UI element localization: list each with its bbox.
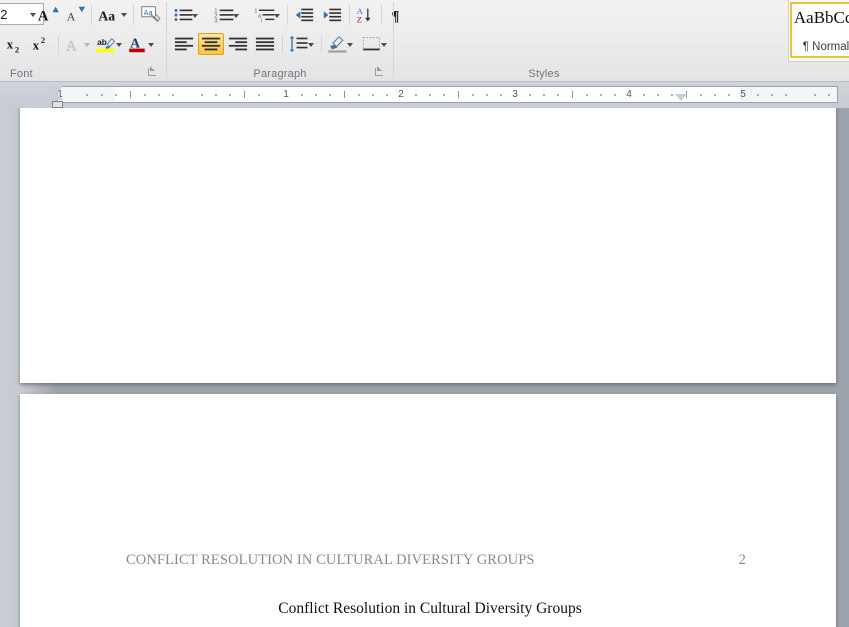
sort-icon: A Z — [357, 7, 371, 24]
horizontal-ruler[interactable]: 1 1 2 3 4 5 — [57, 86, 838, 103]
svg-text:Aa: Aa — [98, 8, 115, 23]
ruler-number: 2 — [398, 89, 404, 100]
chevron-down-icon[interactable] — [148, 43, 154, 47]
ruler-band: 1 1 2 3 4 5 — [0, 82, 849, 108]
ribbon-group-styles: AaBbCcI ¶ Normal AaBbCcI ¶ No Spaci... A… — [394, 0, 849, 81]
right-indent-marker[interactable] — [675, 94, 687, 101]
borders-button[interactable] — [359, 33, 391, 55]
grow-font-button[interactable]: A — [34, 3, 60, 26]
svg-text:2: 2 — [15, 45, 19, 54]
superscript-button[interactable]: x 2 — [28, 33, 54, 56]
justify-icon — [255, 37, 275, 51]
clear-formatting-icon: Aa — [141, 6, 161, 23]
svg-text:A: A — [38, 8, 49, 24]
align-left-button[interactable] — [171, 33, 197, 55]
sort-button[interactable]: A Z — [353, 4, 379, 26]
hanging-indent-marker[interactable] — [51, 93, 63, 100]
align-center-button[interactable] — [198, 33, 224, 55]
svg-text:Z: Z — [357, 15, 362, 24]
chevron-down-icon[interactable] — [121, 13, 127, 17]
justify-button[interactable] — [252, 33, 278, 55]
svg-text:x: x — [7, 38, 14, 52]
ruler-number: 1 — [283, 89, 289, 100]
align-left-icon — [174, 37, 194, 51]
svg-text:x: x — [33, 39, 40, 53]
subscript-icon: x 2 — [7, 38, 19, 55]
font-dialog-launcher[interactable] — [147, 66, 158, 77]
superscript-icon: x 2 — [33, 36, 45, 53]
svg-text:3: 3 — [214, 18, 218, 24]
style-label: ¶ Normal — [802, 41, 849, 53]
align-right-icon — [228, 37, 248, 51]
document-page-1[interactable] — [20, 108, 836, 383]
font-size-value: 12 — [0, 7, 8, 22]
ruler-number: 3 — [512, 89, 518, 100]
change-case-button[interactable]: Aa — [95, 3, 131, 26]
svg-text:i: i — [261, 18, 262, 24]
chevron-down-icon[interactable] — [84, 43, 90, 47]
grow-font-icon: A — [38, 6, 59, 24]
text-highlight-color-button[interactable]: ab — [94, 33, 126, 56]
align-right-button[interactable] — [225, 33, 251, 55]
document-running-header: CONFLICT RESOLUTION IN CULTURAL DIVERSIT… — [126, 552, 746, 569]
ribbon-group-paragraph: 1 2 3 1 a i A Z ¶ Paragraph — [167, 0, 400, 81]
chevron-down-icon[interactable] — [233, 14, 239, 18]
text-effects-button[interactable]: A — [62, 33, 94, 56]
multilevel-list-button[interactable]: 1 a i — [253, 4, 283, 26]
style-preview: AaBbCcI — [793, 8, 849, 27]
align-center-icon — [201, 37, 221, 51]
subscript-button[interactable]: x 2 — [2, 33, 28, 56]
numbering-button[interactable]: 1 2 3 — [212, 4, 242, 26]
ribbon: 12 A A Aa — [0, 0, 849, 82]
group-label-font: Font — [10, 68, 33, 80]
paragraph-dialog-launcher[interactable] — [374, 66, 385, 77]
document-canvas[interactable]: CONFLICT RESOLUTION IN CULTURAL DIVERSIT… — [0, 108, 849, 627]
document-page-2[interactable]: CONFLICT RESOLUTION IN CULTURAL DIVERSIT… — [20, 394, 836, 627]
svg-text:ab: ab — [97, 38, 107, 47]
running-header-text: CONFLICT RESOLUTION IN CULTURAL DIVERSIT… — [126, 552, 535, 568]
svg-text:1: 1 — [254, 8, 257, 14]
shrink-font-button[interactable]: A — [62, 3, 88, 26]
ruler-text-area — [115, 87, 740, 102]
svg-text:A: A — [67, 9, 76, 23]
chevron-down-icon[interactable] — [192, 14, 198, 18]
shading-button[interactable] — [325, 33, 357, 55]
increase-indent-button[interactable] — [319, 4, 345, 26]
bullets-button[interactable] — [171, 4, 201, 26]
style-item-normal[interactable]: AaBbCcI ¶ Normal — [790, 2, 849, 58]
chevron-down-icon[interactable] — [347, 43, 353, 47]
clear-formatting-button[interactable]: Aa — [137, 3, 163, 26]
group-label-styles: Styles — [528, 68, 560, 80]
document-title: Conflict Resolution in Cultural Diversit… — [278, 600, 582, 617]
font-color-button[interactable]: A — [126, 33, 158, 56]
svg-text:A: A — [66, 38, 77, 54]
group-label-paragraph: Paragraph — [253, 68, 307, 80]
ruler-number: 4 — [626, 89, 632, 100]
page-number: 2 — [738, 552, 746, 568]
line-spacing-button[interactable] — [286, 33, 318, 55]
chevron-down-icon[interactable] — [381, 43, 387, 47]
svg-text:A: A — [130, 36, 140, 51]
ruler-number: 5 — [740, 89, 746, 100]
first-line-indent-marker[interactable] — [51, 86, 63, 93]
svg-text:2: 2 — [41, 36, 45, 45]
shrink-font-icon: A — [67, 6, 86, 23]
chevron-down-icon[interactable] — [308, 43, 314, 47]
left-indent-marker[interactable] — [52, 101, 63, 108]
decrease-indent-button[interactable] — [291, 4, 317, 26]
ribbon-group-font: 12 A A Aa — [0, 0, 166, 81]
decrease-indent-icon — [295, 8, 314, 22]
increase-indent-icon — [323, 8, 342, 22]
chevron-down-icon[interactable] — [274, 14, 280, 18]
chevron-down-icon[interactable] — [116, 43, 122, 47]
